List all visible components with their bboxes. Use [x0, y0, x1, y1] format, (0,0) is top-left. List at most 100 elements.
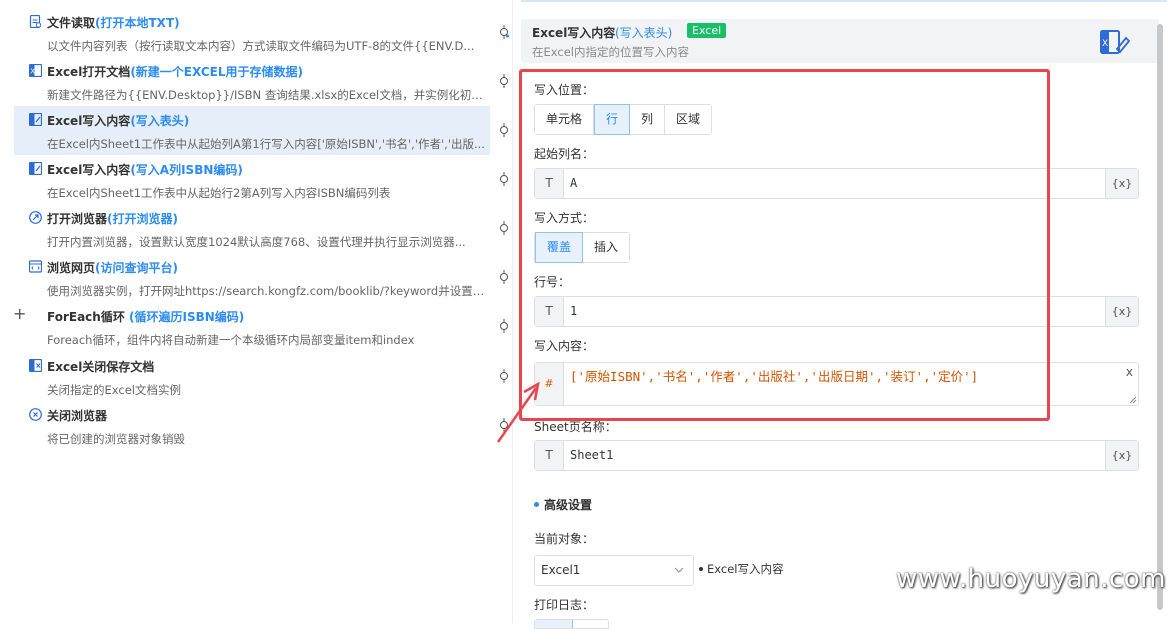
option-insert[interactable]: 插入	[583, 233, 630, 262]
step-desc: 在Excel内Sheet1工作表中从起始行2第A列写入内容ISBN编码列表	[47, 186, 391, 200]
resize-grip-icon[interactable]	[1129, 396, 1137, 404]
option-cell[interactable]: 单元格	[535, 105, 595, 134]
text-type-icon[interactable]: T	[535, 441, 564, 470]
sheet-name-input[interactable]: T Sheet1 {x}	[534, 440, 1139, 471]
step-alias: (打开浏览器)	[107, 212, 178, 226]
bullet-icon	[534, 502, 539, 507]
step-title: Excel关闭保存文档	[47, 360, 155, 374]
step-desc: 将已创建的浏览器对象销毁	[47, 432, 185, 446]
text-type-icon[interactable]: T	[535, 297, 564, 326]
clear-icon[interactable]: x	[1126, 365, 1133, 379]
excel-write-icon	[29, 162, 42, 175]
row-number-label: 行号：	[534, 275, 571, 289]
connector-icon[interactable]	[499, 74, 509, 88]
start-column-value[interactable]: A	[570, 169, 577, 198]
step-alias: (打开本地TXT)	[95, 16, 180, 30]
row-number-input[interactable]: T 1 {x}	[534, 296, 1139, 327]
advanced-settings-header[interactable]: 高级设置	[534, 496, 592, 513]
excel-open-icon: X	[29, 64, 42, 77]
write-mode-segmented: 覆盖 插入	[534, 232, 631, 263]
start-column-label: 起始列名：	[534, 147, 595, 161]
step-browse-web[interactable]: 浏览网页(访问查询平台) 使用浏览器实例，打开网址https://search.…	[14, 253, 490, 302]
step-desc: 以文件内容列表（按行读取文本内容）方式读取文件编码为UTF-8的文件{{ENV.…	[47, 39, 475, 53]
file-read-icon	[29, 15, 42, 28]
write-content-label: 写入内容：	[534, 339, 595, 353]
step-excel-write-isbn[interactable]: Excel写入内容(写入A列ISBN编码) 在Excel内Sheet1工作表中从…	[14, 155, 490, 204]
step-excel-open[interactable]: X Excel打开文档(新建一个EXCEL用于存储数据) 新建文件路径为{{EN…	[14, 57, 490, 106]
current-object-label: 当前对象：	[534, 532, 595, 546]
step-desc: 在Excel内Sheet1工作表中从起始列A第1行写入内容['原始ISBN','…	[47, 137, 485, 151]
step-desc: 打开内置浏览器，设置默认宽度1024默认高度768、设置代理并执行显示浏览器..…	[47, 235, 466, 249]
advanced-settings-title: 高级设置	[544, 498, 593, 512]
step-title: 关闭浏览器	[47, 409, 108, 423]
write-position-label: 写入位置：	[534, 83, 595, 97]
flow-step-list: 文件读取(打开本地TXT) 以文件内容列表（按行读取文本内容）方式读取文件编码为…	[0, 0, 513, 623]
svg-text:X: X	[30, 68, 35, 76]
write-content-value[interactable]: ['原始ISBN','书名','作者','出版社','出版日期','装订','定…	[570, 366, 978, 385]
step-alias: (新建一个EXCEL用于存储数据)	[130, 65, 303, 79]
connector-icon[interactable]	[499, 172, 509, 186]
expression-type-icon[interactable]: #	[535, 363, 564, 405]
step-title: 文件读取	[47, 16, 96, 30]
print-log-on[interactable]	[535, 620, 573, 628]
step-desc: 使用浏览器实例，打开网址https://search.kongfz.com/bo…	[47, 284, 489, 298]
connector-icon[interactable]	[499, 25, 509, 39]
connector-icon[interactable]	[499, 418, 509, 432]
row-number-value[interactable]: 1	[570, 297, 577, 326]
scrollbar[interactable]	[1157, 14, 1163, 623]
bullet-icon	[699, 566, 703, 571]
step-title: 打开浏览器	[47, 212, 108, 226]
print-log-toggle[interactable]	[534, 619, 609, 629]
print-log-label: 打印日志：	[534, 598, 595, 612]
connector-icon[interactable]	[499, 369, 509, 383]
browser-open-icon	[29, 211, 42, 224]
chevron-down-icon	[674, 567, 684, 573]
panel-description: 在Excel内指定的位置写入内容	[532, 45, 689, 59]
current-object-hint: Excel写入内容	[699, 561, 783, 577]
current-object-select[interactable]: Excel1	[534, 555, 694, 586]
current-object-value: Excel1	[541, 563, 581, 577]
connector-icon[interactable]	[499, 319, 509, 333]
step-title: Excel写入内容	[47, 114, 131, 128]
sheet-name-label: Sheet页名称：	[534, 420, 617, 434]
step-desc: Foreach循环，组件内将自动新建一个本级循环内局部变量item和index	[47, 333, 415, 347]
step-title: Excel打开文档	[47, 65, 131, 79]
step-alias: (访问查询平台)	[95, 261, 178, 275]
option-range[interactable]: 区域	[665, 105, 712, 134]
write-position-segmented: 单元格 行 列 区域	[534, 104, 713, 135]
option-row[interactable]: 行	[594, 104, 631, 135]
browse-web-icon	[29, 260, 42, 273]
watermark: www.huoyuyan.com	[896, 564, 1166, 594]
property-panel: Excel写入内容 (写入表头) Excel 在Excel内指定的位置写入内容 …	[513, 0, 1169, 629]
sheet-name-value[interactable]: Sheet1	[570, 441, 613, 470]
current-object-hint-text: Excel写入内容	[707, 562, 784, 576]
text-type-icon[interactable]: T	[535, 169, 564, 198]
excel-close-icon	[29, 359, 42, 372]
step-open-browser[interactable]: 打开浏览器(打开浏览器) 打开内置浏览器，设置默认宽度1024默认高度768、设…	[14, 204, 490, 253]
panel-header: Excel写入内容 (写入表头) Excel 在Excel内指定的位置写入内容 …	[521, 19, 1159, 63]
option-column[interactable]: 列	[630, 105, 666, 134]
write-content-textarea[interactable]: # ['原始ISBN','书名','作者','出版社','出版日期','装订',…	[534, 362, 1139, 406]
step-excel-write-header[interactable]: Excel写入内容(写入表头) 在Excel内Sheet1工作表中从起始列A第1…	[14, 106, 490, 155]
svg-text:X: X	[1102, 39, 1108, 49]
step-foreach-loop[interactable]: ForEach循环 (循环遍历ISBN编码) Foreach循环，组件内将自动新…	[14, 302, 490, 351]
variable-picker-icon[interactable]: {x}	[1105, 441, 1138, 470]
scrollbar-thumb[interactable]	[1157, 24, 1163, 610]
connector-icon[interactable]	[499, 221, 509, 235]
category-badge: Excel	[687, 23, 727, 38]
step-alias: (循环遍历ISBN编码)	[124, 310, 245, 324]
top-divider	[521, 0, 1167, 2]
start-column-input[interactable]: T A {x}	[534, 168, 1139, 199]
step-title: Excel写入内容	[47, 163, 131, 177]
connector-icon[interactable]	[499, 123, 509, 137]
option-overwrite[interactable]: 覆盖	[535, 232, 584, 263]
step-file-read[interactable]: 文件读取(打开本地TXT) 以文件内容列表（按行读取文本内容）方式读取文件编码为…	[14, 8, 490, 57]
step-close-browser[interactable]: 关闭浏览器 将已创建的浏览器对象销毁	[14, 401, 490, 450]
excel-write-icon	[29, 113, 42, 126]
step-excel-close[interactable]: Excel关闭保存文档 关闭指定的Excel文档实例	[14, 352, 490, 401]
connector-icon[interactable]	[499, 270, 509, 284]
excel-write-icon: X	[1100, 30, 1131, 54]
variable-picker-icon[interactable]: {x}	[1105, 297, 1138, 326]
variable-picker-icon[interactable]: {x}	[1105, 169, 1138, 198]
write-mode-label: 写入方式：	[534, 211, 595, 225]
